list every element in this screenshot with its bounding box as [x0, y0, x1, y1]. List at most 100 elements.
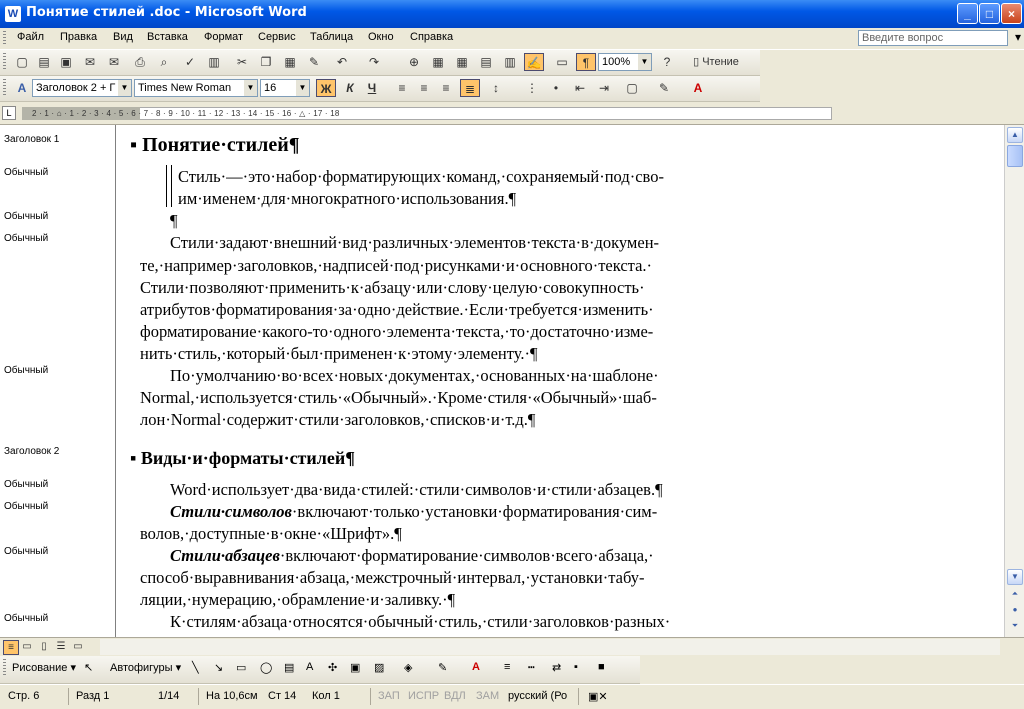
toolbar-grip-2[interactable] [3, 79, 6, 97]
menu-grip[interactable] [3, 31, 6, 45]
borders-icon[interactable]: ▢ [622, 79, 642, 97]
spelling-status-icon[interactable]: ▣✕ [588, 690, 608, 703]
paste-icon[interactable]: ▦ [280, 53, 300, 71]
picture-icon[interactable]: ▨ [374, 661, 384, 674]
drawing-icon[interactable]: ✍ [524, 53, 544, 71]
copy-icon[interactable]: ❐ [256, 53, 276, 71]
cut-icon[interactable]: ✂ [232, 53, 252, 71]
word-app-icon[interactable]: W [5, 6, 21, 22]
fill-color-icon[interactable]: ◈ [404, 661, 412, 674]
email-icon[interactable]: ✉ [104, 53, 124, 71]
rectangle-icon[interactable]: ▭ [236, 661, 246, 674]
styles-pane-icon[interactable]: A [12, 79, 32, 97]
line-color-icon[interactable]: ✎ [438, 661, 447, 674]
menu-table[interactable]: Таблица [310, 31, 353, 43]
dash-style-icon[interactable]: ┅ [528, 661, 535, 674]
justify-icon[interactable]: ≣ [460, 79, 480, 97]
browse-object-icon[interactable]: ● [1007, 603, 1023, 619]
diagram-icon[interactable]: ✣ [328, 661, 337, 674]
shadow-icon[interactable]: ▪ [574, 661, 578, 673]
toolbar-grip[interactable] [3, 53, 6, 71]
underline-button[interactable]: Ч [362, 79, 382, 97]
status-ext[interactable]: ВДЛ [444, 690, 466, 702]
horizontal-scrollbar[interactable] [100, 639, 1000, 655]
oval-icon[interactable]: ◯ [260, 661, 272, 674]
document-page[interactable]: ▪ Понятие·стилей¶ Стиль·—·это·набор·форм… [116, 125, 1004, 637]
close-document-icon[interactable]: ▾ [1015, 30, 1021, 44]
new-document-icon[interactable]: ▢ [12, 53, 32, 71]
menu-view[interactable]: Вид [113, 31, 133, 43]
research-icon[interactable]: ▥ [204, 53, 224, 71]
autoshapes-menu[interactable]: Автофигуры ▾ [110, 661, 181, 674]
line-style-icon[interactable]: ≡ [504, 661, 510, 673]
undo-icon[interactable]: ↶ [332, 53, 352, 71]
permission-icon[interactable]: ✉ [80, 53, 100, 71]
menu-help[interactable]: Справка [410, 31, 453, 43]
help-icon[interactable]: ? [657, 53, 677, 71]
select-objects-icon[interactable]: ↖ [84, 661, 93, 674]
format-painter-icon[interactable]: ✎ [304, 53, 324, 71]
reading-button[interactable]: ▯ Чтение [686, 53, 746, 71]
font-combo[interactable]: Times New Roman ▼ [134, 79, 258, 97]
outline-view-icon[interactable]: ☰ [54, 640, 68, 653]
size-combo[interactable]: 16 ▼ [260, 79, 310, 97]
scroll-up-icon[interactable]: ▲ [1007, 127, 1023, 143]
italic-button[interactable]: К [340, 79, 360, 97]
help-search-input[interactable]: Введите вопрос [858, 30, 1008, 46]
wordart-icon[interactable]: A [306, 661, 313, 673]
toolbar-grip-3[interactable] [3, 659, 6, 677]
menu-window[interactable]: Окно [368, 31, 394, 43]
align-right-icon[interactable]: ≡ [436, 79, 456, 97]
zoom-combo[interactable]: 100% ▼ [598, 53, 652, 71]
3d-icon[interactable]: ■ [598, 661, 605, 673]
highlight-icon[interactable]: ✎ [654, 79, 674, 97]
align-center-icon[interactable]: ≡ [414, 79, 434, 97]
vertical-scrollbar[interactable]: ▲ ▼ ⏶ ● ⏷ [1004, 125, 1024, 637]
status-trk[interactable]: ИСПР [408, 690, 439, 702]
web-view-icon[interactable]: ▭ [20, 640, 34, 653]
menu-insert[interactable]: Вставка [147, 31, 188, 43]
scroll-thumb[interactable] [1007, 145, 1023, 167]
textbox-icon[interactable]: ▤ [284, 661, 294, 674]
tab-selector-icon[interactable]: L [2, 106, 16, 120]
print-icon[interactable]: ⎙ [130, 53, 150, 71]
print-preview-icon[interactable]: ⌕ [154, 53, 174, 71]
insert-excel-icon[interactable]: ▤ [476, 53, 496, 71]
line-icon[interactable]: ╲ [192, 661, 199, 674]
menu-edit[interactable]: Правка [60, 31, 97, 43]
decrease-indent-icon[interactable]: ⇤ [570, 79, 590, 97]
style-combo[interactable]: Заголовок 2 + Г ▼ [32, 79, 132, 97]
print-layout-icon[interactable]: ▯ [37, 640, 51, 653]
menu-tools[interactable]: Сервис [258, 31, 296, 43]
font-color-icon[interactable]: A [688, 79, 708, 97]
normal-view-icon[interactable]: ≡ [3, 640, 19, 655]
maximize-button[interactable]: □ [979, 3, 1000, 24]
numbering-icon[interactable]: ⋮ [522, 79, 542, 97]
open-folder-icon[interactable]: ▤ [34, 53, 54, 71]
show-formatting-icon[interactable]: ¶ [576, 53, 596, 71]
document-map-icon[interactable]: ▭ [552, 53, 572, 71]
align-left-icon[interactable]: ≡ [392, 79, 412, 97]
line-spacing-icon[interactable]: ↕ [486, 79, 506, 97]
minimize-button[interactable]: _ [957, 3, 978, 24]
clipart-icon[interactable]: ▣ [350, 661, 360, 674]
font-color-draw-icon[interactable]: A [472, 661, 480, 673]
bullets-icon[interactable]: • [546, 79, 566, 97]
hyperlink-icon[interactable]: ⊕ [404, 53, 424, 71]
reading-view-icon[interactable]: ▭ [71, 640, 85, 653]
next-page-icon[interactable]: ⏷ [1007, 619, 1023, 635]
columns-icon[interactable]: ▥ [500, 53, 520, 71]
redo-icon[interactable]: ↷ [364, 53, 384, 71]
increase-indent-icon[interactable]: ⇥ [594, 79, 614, 97]
scroll-down-icon[interactable]: ▼ [1007, 569, 1023, 585]
menu-file[interactable]: Файл [17, 31, 44, 43]
close-button[interactable]: × [1001, 3, 1022, 24]
status-rec[interactable]: ЗАП [378, 690, 400, 702]
drawing-menu[interactable]: Рисование ▾ [12, 661, 76, 674]
insert-table-icon[interactable]: ▦ [452, 53, 472, 71]
spelling-icon[interactable]: ✓ [180, 53, 200, 71]
previous-page-icon[interactable]: ⏶ [1007, 587, 1023, 603]
arrow-style-icon[interactable]: ⇄ [552, 661, 561, 674]
save-icon[interactable]: ▣ [56, 53, 76, 71]
bold-button[interactable]: Ж [316, 79, 336, 97]
